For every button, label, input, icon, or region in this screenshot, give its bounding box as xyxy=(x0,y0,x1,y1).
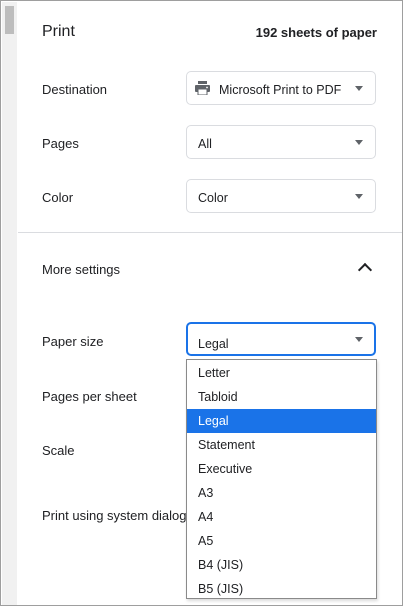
option-tabloid[interactable]: Tabloid xyxy=(187,385,376,409)
print-dialog: Print 192 sheets of paper Destination Mi… xyxy=(0,0,403,606)
option-letter[interactable]: Letter xyxy=(187,361,376,385)
chevron-down-icon xyxy=(355,140,363,145)
pages-value: All xyxy=(198,137,212,151)
option-a4[interactable]: A4 xyxy=(187,505,376,529)
option-a5[interactable]: A5 xyxy=(187,529,376,553)
paper-size-dropdown: Letter Tabloid Legal Statement Executive… xyxy=(186,359,377,599)
option-a3[interactable]: A3 xyxy=(187,481,376,505)
section-divider xyxy=(18,232,402,233)
color-label: Color xyxy=(42,190,74,205)
destination-label: Destination xyxy=(42,82,108,97)
option-legal[interactable]: Legal xyxy=(187,409,376,433)
chevron-down-icon xyxy=(355,337,363,342)
destination-select[interactable]: Microsoft Print to PDF xyxy=(186,71,376,105)
option-executive[interactable]: Executive xyxy=(187,457,376,481)
chevron-down-icon xyxy=(355,86,363,91)
scrollbar-thumb[interactable] xyxy=(5,6,14,34)
printer-icon xyxy=(195,81,210,95)
page-title: Print xyxy=(42,23,75,40)
destination-value: Microsoft Print to PDF xyxy=(219,83,342,97)
scale-label: Scale xyxy=(42,443,75,458)
option-statement[interactable]: Statement xyxy=(187,433,376,457)
pages-select[interactable]: All xyxy=(186,125,376,159)
pages-label: Pages xyxy=(42,136,79,151)
system-dialog-link[interactable]: Print using system dialog xyxy=(42,508,187,523)
paper-size-label: Paper size xyxy=(42,334,104,349)
option-b5-jis[interactable]: B5 (JIS) xyxy=(187,577,376,601)
color-select[interactable]: Color xyxy=(186,179,376,213)
chevron-up-icon[interactable] xyxy=(357,262,373,278)
scrollbar[interactable] xyxy=(2,2,17,605)
chevron-down-icon xyxy=(355,194,363,199)
more-settings-toggle[interactable]: More settings xyxy=(42,262,120,277)
option-b4-jis[interactable]: B4 (JIS) xyxy=(187,553,376,577)
color-value: Color xyxy=(198,191,228,205)
sheet-count: 192 sheets of paper xyxy=(255,25,377,40)
paper-size-value: Legal xyxy=(198,337,229,351)
paper-size-select[interactable]: Legal xyxy=(186,322,376,356)
pages-per-sheet-label: Pages per sheet xyxy=(42,389,137,404)
